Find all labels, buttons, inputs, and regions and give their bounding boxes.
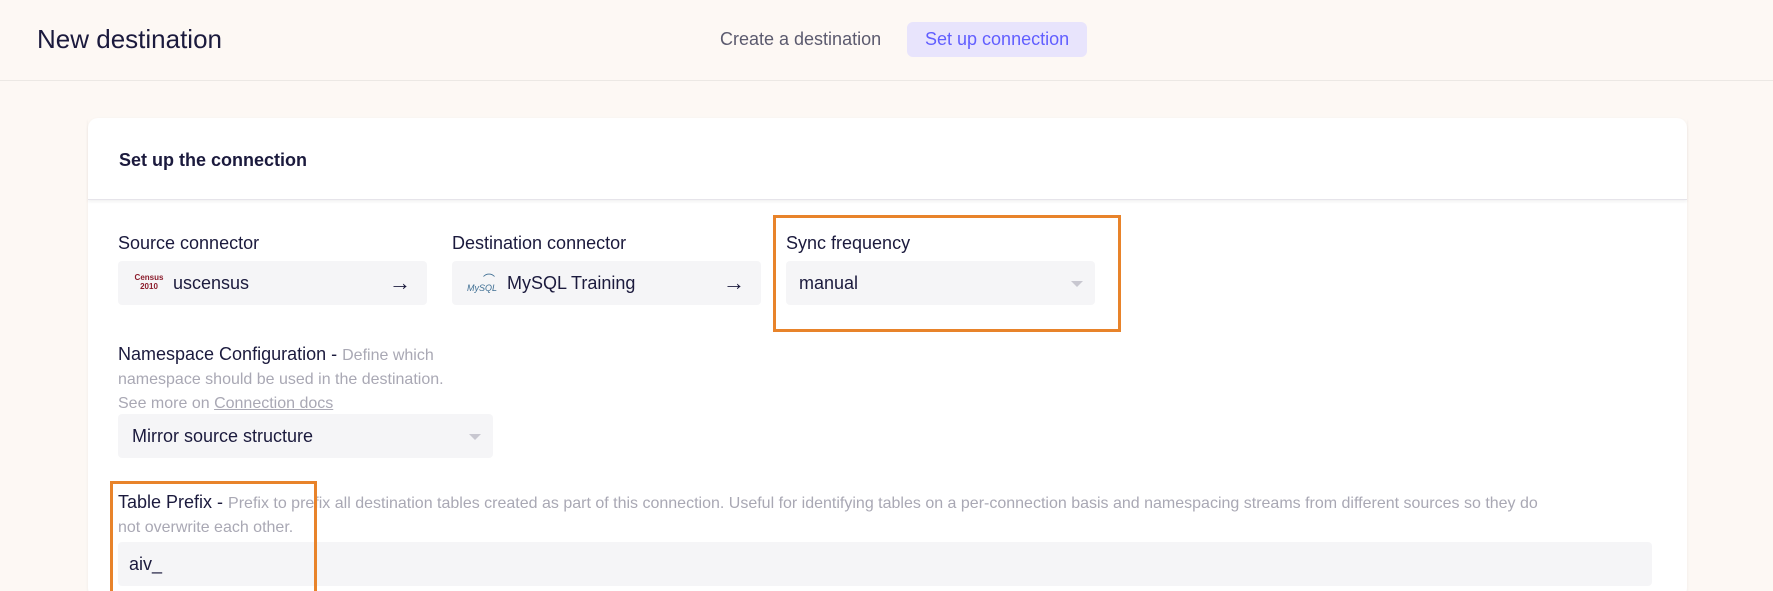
step-create-destination[interactable]: Create a destination: [702, 22, 899, 57]
sync-frequency-highlight: [773, 215, 1121, 332]
namespace-config-label: Namespace Configuration - Define which n…: [118, 343, 518, 415]
top-bar: New destination Create a destination Set…: [0, 0, 1773, 81]
source-connector-value: uscensus: [173, 273, 250, 293]
page-title: New destination: [37, 24, 222, 54]
namespace-hint-1: Define which: [342, 347, 434, 364]
namespace-hint-2: namespace should be used in the destinat…: [118, 371, 444, 388]
namespace-hint-3: See more on: [118, 395, 215, 412]
namespace-config-title: Namespace Configuration -: [118, 344, 343, 364]
arrow-right-icon[interactable]: →: [723, 270, 745, 296]
destination-connector-box[interactable]: MySQL ⌒ MySQL Training →: [452, 261, 761, 305]
table-prefix-label: Table Prefix - Prefix to prefix all dest…: [118, 491, 1693, 539]
census-logo-icon: Census 2010: [134, 273, 164, 291]
card-title: Set up the connection: [119, 150, 308, 170]
destination-connector-value: MySQL Training: [507, 273, 636, 293]
mysql-logo-icon: MySQL ⌒: [467, 273, 498, 293]
namespace-config-value: Mirror source structure: [132, 426, 314, 446]
card-header: Set up the connection: [88, 118, 1687, 200]
chevron-down-icon: [469, 434, 481, 440]
arrow-right-icon[interactable]: →: [389, 270, 411, 296]
connection-docs-link[interactable]: Connection docs: [214, 395, 333, 412]
step-set-up-connection[interactable]: Set up connection: [907, 22, 1088, 57]
table-prefix-hint-1: Prefix to prefix all destination tables …: [228, 495, 1538, 512]
table-prefix-input[interactable]: aiv_: [118, 542, 1652, 586]
namespace-config-select[interactable]: Mirror source structure: [118, 414, 493, 458]
table-prefix-highlight: [110, 481, 317, 591]
source-connector-label: Source connector: [118, 233, 260, 253]
destination-connector-label: Destination connector: [452, 233, 627, 253]
source-connector-box[interactable]: Census 2010 uscensus →: [118, 261, 427, 305]
